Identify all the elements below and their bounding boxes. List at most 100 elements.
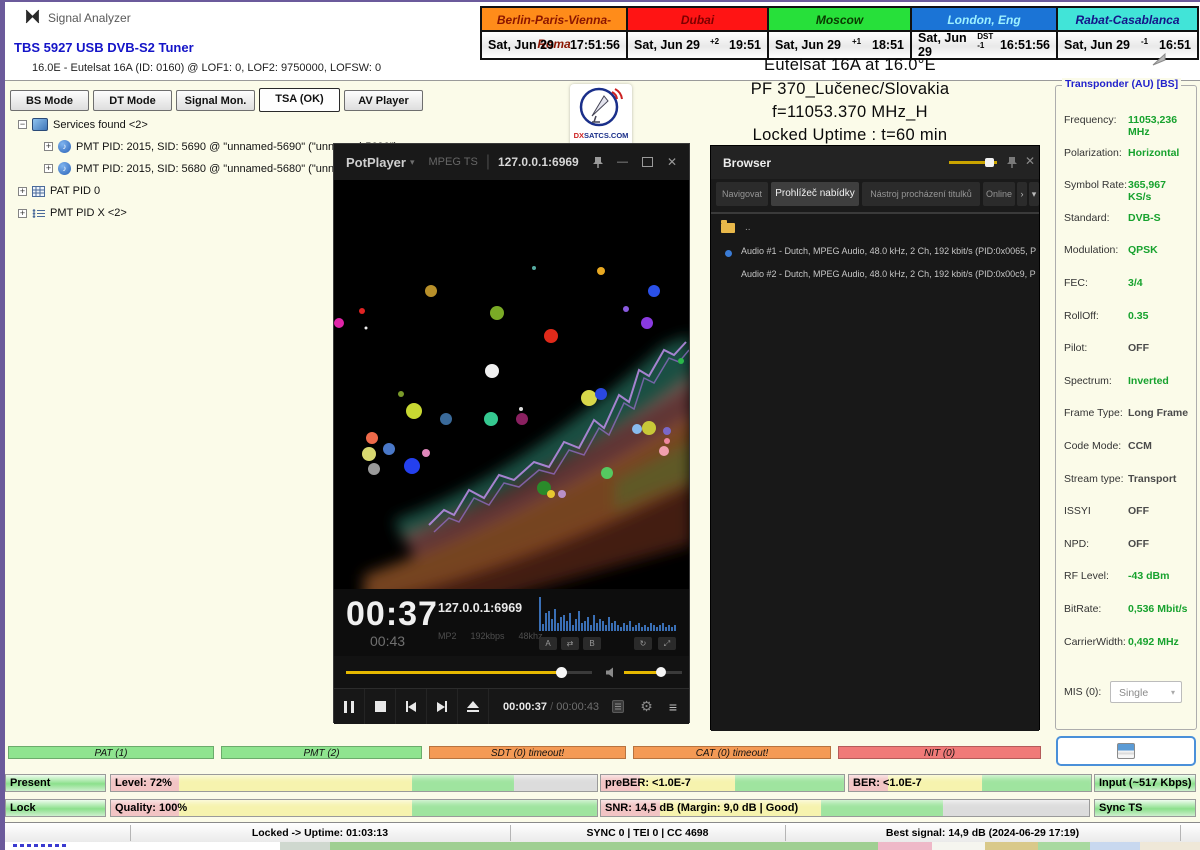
clock-berlin: Berlin-Paris-Vienna-Roma Sat, Jun 2917:5… xyxy=(482,8,628,58)
audio-service-icon: ♪ xyxy=(58,162,71,175)
ber-bar: BER: <1.0E-7 xyxy=(848,774,1092,792)
close-icon[interactable]: ✕ xyxy=(667,155,677,169)
list-item-up[interactable]: .. xyxy=(721,222,751,233)
now-playing: 127.0.0.1:6969 xyxy=(438,601,522,615)
sync-ts-indicator: Sync TS xyxy=(1094,799,1196,817)
stream-address: 127.0.0.1:6969 xyxy=(498,155,579,169)
minimize-icon[interactable]: — xyxy=(617,156,628,168)
clipped-window-strip xyxy=(330,842,878,850)
up-label: .. xyxy=(745,222,751,233)
volume-handle[interactable] xyxy=(656,667,666,677)
expand-icon[interactable]: + xyxy=(18,187,27,196)
clock-london: London, Eng Sat, Jun 29DST -116:51:56 xyxy=(912,8,1058,58)
tab-bs-mode[interactable]: BS Mode xyxy=(10,90,89,111)
video-area[interactable] xyxy=(334,180,689,589)
tab-tsa[interactable]: TSA (OK) xyxy=(259,88,340,112)
collapse-icon[interactable]: − xyxy=(18,120,27,129)
table-icon xyxy=(32,186,45,197)
list-item-audio1[interactable]: Audio #1 - Dutch, MPEG Audio, 48.0 kHz, … xyxy=(741,246,1036,256)
tab-scroll-right-icon[interactable]: › xyxy=(1017,182,1027,206)
expand-icon[interactable]: + xyxy=(18,209,27,218)
tab-online[interactable]: Online xyxy=(983,182,1015,206)
tree-item-services[interactable]: − Services found <2> xyxy=(18,118,148,131)
repeat-a-button[interactable]: A xyxy=(539,637,557,650)
audio-service-icon: ♪ xyxy=(58,140,71,153)
clock-time: 18:51 xyxy=(872,38,904,52)
transponder-row: Frequency:11053,236 MHz xyxy=(1064,114,1190,138)
opacity-slider-handle[interactable] xyxy=(985,158,994,167)
opacity-slider[interactable] xyxy=(949,161,997,164)
tab-av-player[interactable]: AV Player xyxy=(344,90,423,111)
volume-bar[interactable] xyxy=(624,671,682,674)
volume-icon[interactable] xyxy=(606,667,617,678)
clock-city: Dubai xyxy=(628,8,767,32)
pause-button[interactable] xyxy=(334,689,365,724)
clock-offset: +1 xyxy=(852,37,861,46)
menu-icon[interactable]: ≡ xyxy=(669,699,677,715)
codec: MP2 xyxy=(438,631,457,641)
pin-icon[interactable] xyxy=(1007,156,1017,169)
next-button[interactable] xyxy=(427,689,458,724)
fullscreen-icon[interactable]: ⤢ xyxy=(658,637,676,650)
tab-subtitle-browser[interactable]: Nástroj procházení titulků xyxy=(862,182,980,206)
seek-handle[interactable] xyxy=(556,667,567,678)
mis-select[interactable]: Single ▾ xyxy=(1110,681,1182,703)
loop-icon[interactable]: ↻ xyxy=(634,637,652,650)
transponder-row: Frame Type:Long Frame xyxy=(1064,407,1190,419)
browser-titlebar[interactable]: Browser ✕ xyxy=(711,146,1039,179)
clipped-window-strip xyxy=(878,842,932,850)
stream-details: MP2 192kbps 48khz xyxy=(438,631,543,641)
settings-gear-icon[interactable]: ⚙ xyxy=(640,698,653,715)
audio-spectrum xyxy=(539,595,676,631)
potplayer-menu[interactable]: PotPlayer xyxy=(346,155,406,170)
transponder-row: Spectrum:Inverted xyxy=(1064,375,1190,387)
stop-button[interactable] xyxy=(365,689,396,724)
transponder-row: Standard:DVB-S xyxy=(1064,212,1190,224)
clipped-window-strip xyxy=(280,842,330,850)
tree-item-pmt-x[interactable]: + PMT PID X <2> xyxy=(18,207,127,219)
preber-bar: preBER: <1.0E-7 xyxy=(600,774,845,792)
transponder-row: Modulation:QPSK xyxy=(1064,244,1190,256)
clock-city: Rabat-Casablanca xyxy=(1058,8,1197,32)
transponder-row: Stream type:Transport xyxy=(1064,473,1190,485)
position: 00:00:37 xyxy=(503,701,547,713)
signal-analyzer-window: Signal Analyzer TBS 5927 USB DVB-S2 Tune… xyxy=(0,0,1200,850)
tab-signal-mon[interactable]: Signal Mon. xyxy=(176,90,255,111)
clock-date: Sat, Jun 29 xyxy=(918,31,977,59)
playlist-icon[interactable] xyxy=(612,700,624,713)
tab-dt-mode[interactable]: DT Mode xyxy=(93,90,172,111)
expand-icon[interactable]: + xyxy=(44,164,53,173)
clock-time: 16:51:56 xyxy=(1000,38,1050,52)
repeat-b-button[interactable]: B xyxy=(583,637,601,650)
tree-item-label: PMT PID X <2> xyxy=(50,207,127,219)
maximize-icon[interactable] xyxy=(642,157,653,167)
pin-icon[interactable] xyxy=(593,156,603,169)
tab-dropdown-icon[interactable]: ▾ xyxy=(1029,182,1039,206)
window-border-left xyxy=(0,0,5,850)
tab-menu-browser[interactable]: Prohlížeč nabídky xyxy=(771,182,859,206)
time-display: 00:00:37 / 00:00:43 xyxy=(503,701,599,713)
playing-indicator-icon xyxy=(725,250,732,257)
mis-label: MIS (0): xyxy=(1064,686,1101,698)
total-time: 00:43 xyxy=(370,633,405,649)
eject-button[interactable] xyxy=(458,689,489,724)
tab-navigate[interactable]: Navigovat xyxy=(716,182,768,206)
dxsatcs-logo-text: DXSATCS.COM xyxy=(570,131,632,140)
swap-icon[interactable]: ⇄ xyxy=(561,637,579,650)
clipped-window-strip xyxy=(1038,842,1090,850)
clock-date: Sat, Jun 29 xyxy=(1064,38,1130,52)
status-uptime: Locked -> Uptime: 01:03:13 xyxy=(130,823,510,843)
seek-bar[interactable] xyxy=(346,671,592,674)
tree-item-label: PAT PID 0 xyxy=(50,185,100,197)
record-device-button[interactable] xyxy=(1056,736,1196,766)
previous-button[interactable] xyxy=(396,689,427,724)
present-indicator: Present xyxy=(5,774,106,792)
clock-time: 16:51 xyxy=(1159,38,1191,52)
expand-icon[interactable]: + xyxy=(44,142,53,151)
clock-time: 19:51 xyxy=(729,38,761,52)
lock-indicator: Lock xyxy=(5,799,106,817)
tree-item-pat[interactable]: + PAT PID 0 xyxy=(18,185,100,197)
close-icon[interactable]: ✕ xyxy=(1025,154,1035,168)
potplayer-titlebar[interactable]: PotPlayer ▾ MPEG TS | 127.0.0.1:6969 — ✕ xyxy=(334,144,689,180)
list-item-audio2[interactable]: Audio #2 - Dutch, MPEG Audio, 48.0 kHz, … xyxy=(741,269,1036,279)
